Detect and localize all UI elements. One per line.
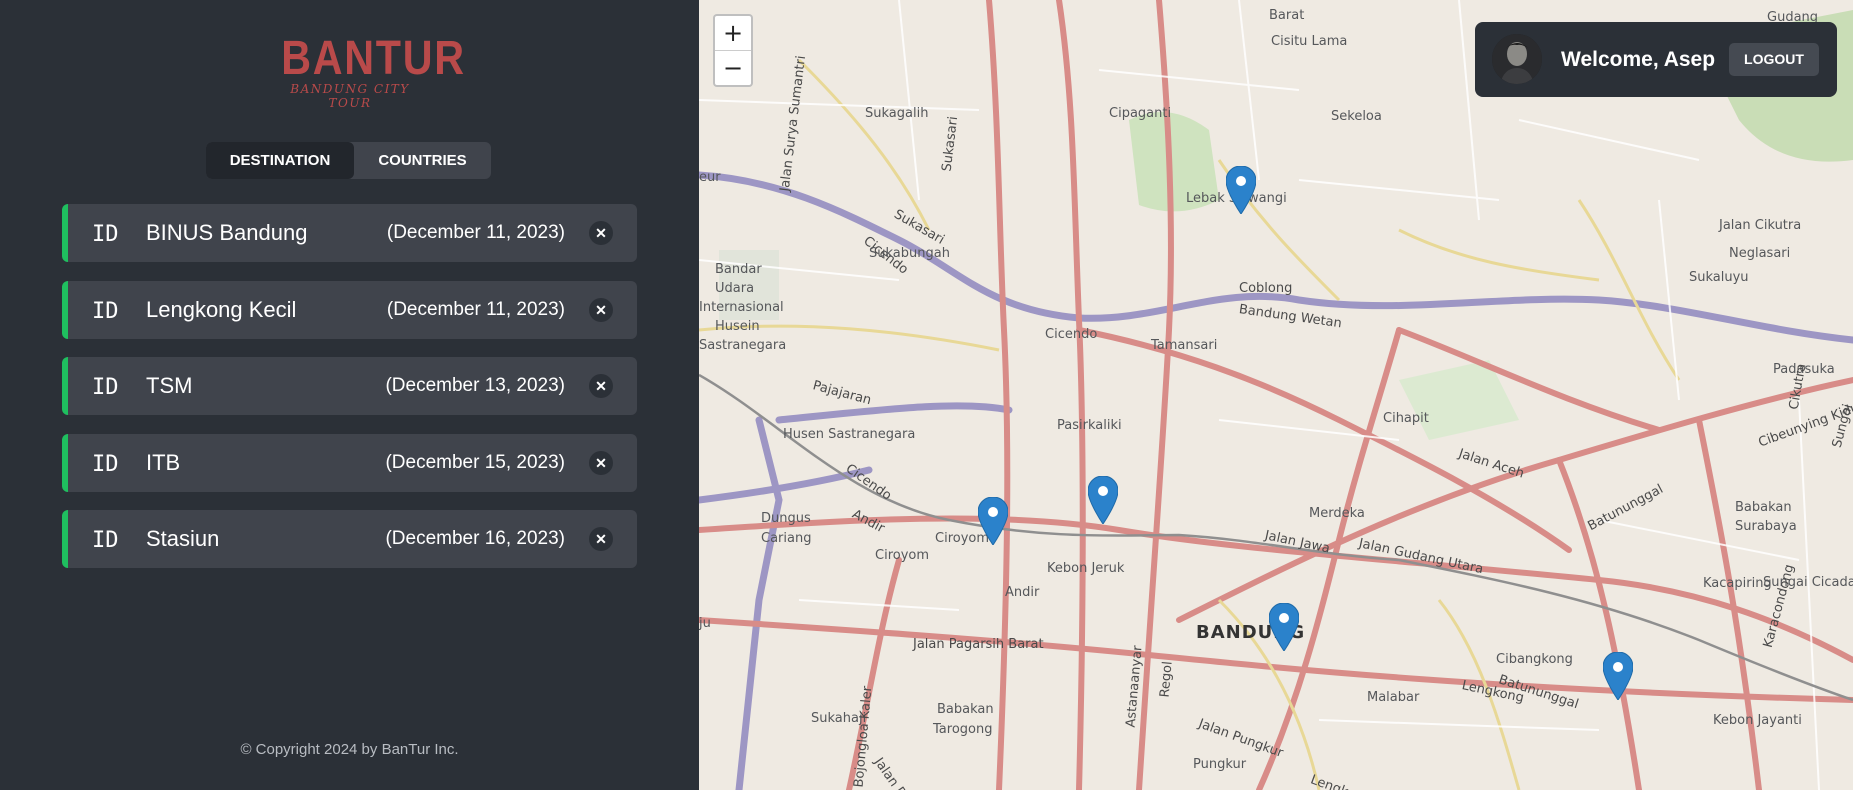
destination-item[interactable]: ID Lengkong Kecil (December 11, 2023) ✕ [62,280,637,339]
sidebar: BANTUR BANDUNG CITY TOUR DESTINATION COU… [0,0,699,790]
zoom-control: + − [713,14,753,87]
footer-copyright: © Copyright 2024 by BanTur Inc. [240,741,459,758]
map-label: Andir [1005,585,1040,600]
destination-name: Lengkong Kecil [146,296,297,322]
tab-bar: DESTINATION COUNTRIES [206,142,491,179]
map-marker-icon[interactable] [978,497,1008,545]
map-label: Tamansari [1151,338,1218,353]
destination-name: TSM [146,373,193,398]
map-label: Cisitu Lama [1271,34,1348,49]
map-label: Kacapiring [1703,576,1772,591]
country-code: ID [92,528,119,553]
destination-item[interactable]: ID TSM (December 13, 2023) ✕ [62,357,637,415]
destination-name: Stasiun [146,526,220,551]
destination-date: (December 11, 2023) [386,298,565,320]
destination-date: (December 15, 2023) [385,451,565,473]
map-label: Ciroyom [875,548,930,563]
map-label: Neglasari [1729,246,1791,261]
brand-tagline: BANDUNG CITY TOUR [290,82,410,110]
map-label: Kebon Jeruk [1047,561,1125,576]
map-label: ju [699,616,711,631]
map-label: Merdeka [1309,506,1365,521]
map-label: Husen Sastranegara [783,427,916,442]
map-label: Pungkur [1193,757,1247,772]
close-icon[interactable]: ✕ [589,297,613,322]
map-marker-icon[interactable] [1226,166,1256,214]
map-label: Sukabungah [869,246,950,261]
destination-item[interactable]: ID ITB (December 15, 2023) ✕ [62,433,637,492]
close-icon[interactable]: ✕ [589,374,613,398]
map-label: Internasional [699,300,784,315]
close-icon[interactable]: ✕ [589,221,613,245]
map-label: Kebon Jayanti [1713,713,1802,728]
map-label: Udara [715,281,755,296]
map-label: Jalan Pagarsih Barat [913,637,1044,652]
user-panel: Welcome, Asep LOGOUT [1475,22,1837,97]
map-label: Surabaya [1735,519,1797,534]
tab-destination[interactable]: DESTINATION [206,142,354,179]
map-label: Cipaganti [1109,106,1172,121]
map-label: Bandar [715,262,762,277]
destination-date: (December 16, 2023) [385,528,565,549]
map-label: Pasirkaliki [1057,418,1122,433]
map-label: Cihapit [1383,411,1429,426]
map-label: Malabar [1367,690,1420,705]
map-label: Tarogong [933,722,993,737]
destination-list: ID BINUS Bandung (December 11, 2023) ✕ I… [62,204,637,587]
map-label: Jalan Cikutra [1719,218,1802,233]
map-marker-icon[interactable] [1088,476,1118,524]
country-code: ID [92,222,119,247]
tab-countries[interactable]: COUNTRIES [354,142,491,179]
map-label: Cibangkong [1496,652,1573,667]
map-label: Cariang [761,531,812,546]
destination-name: BINUS Bandung [146,220,308,245]
zoom-out-button[interactable]: − [715,50,751,85]
destination-item[interactable]: ID Stasiun (December 16, 2023) ✕ [62,510,637,568]
map-label: Cicendo [1045,327,1098,342]
map-marker-icon[interactable] [1269,603,1299,651]
welcome-text: Welcome, Asep [1561,48,1716,71]
map-label: Regol [1157,660,1176,699]
zoom-in-button[interactable]: + [715,16,751,50]
brand-logo: BANTUR BANDUNG CITY TOUR [270,32,466,111]
map-label: Dungus [761,511,811,526]
map-label: Barat [1269,8,1305,23]
country-code: ID [92,298,119,324]
destination-item[interactable]: ID BINUS Bandung (December 11, 2023) ✕ [62,204,637,262]
map-label: Babakan [937,702,994,717]
map-label: Sukaluyu [1689,270,1749,285]
map[interactable]: Barat Gudang Cisitu Lama Sukagalih Cipag… [699,0,1853,790]
user-avatar-icon[interactable] [1492,34,1542,84]
map-label: Sastranegara [699,338,787,353]
brand-name: BANTUR [281,32,466,85]
map-label: Babakan [1735,500,1792,515]
map-label: Sukagalih [865,106,929,121]
logout-button[interactable]: LOGOUT [1729,43,1819,76]
country-code: ID [92,375,119,400]
country-code: ID [92,451,119,477]
map-marker-icon[interactable] [1603,652,1633,700]
map-label: eur [699,170,721,185]
close-icon[interactable]: ✕ [589,450,613,475]
destination-date: (December 11, 2023) [386,222,565,243]
map-label: Husein [715,319,760,334]
map-label: Coblong [1239,281,1293,296]
map-label: Sekeloa [1331,109,1382,124]
destination-name: ITB [146,449,181,475]
destination-date: (December 13, 2023) [385,375,565,396]
close-icon[interactable]: ✕ [589,527,613,551]
